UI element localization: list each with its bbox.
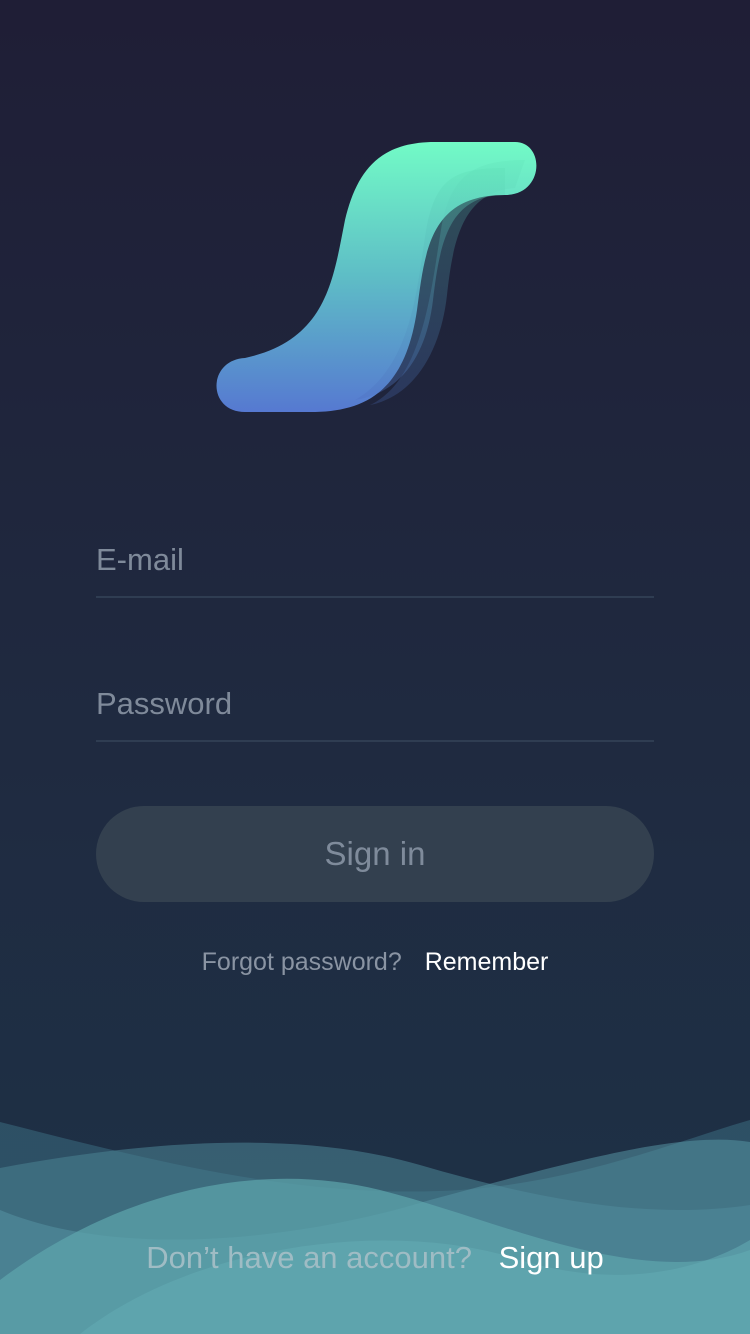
swoosh-s-logo-icon (216, 142, 537, 412)
email-input[interactable] (96, 542, 654, 578)
password-field[interactable] (96, 652, 654, 742)
forgot-password-text: Forgot password? (201, 948, 402, 976)
password-input[interactable] (96, 686, 654, 722)
forgot-password-row: Forgot password? Remember (0, 948, 750, 977)
login-screen: Sign in Forgot password? Remember Don’t … (0, 0, 750, 1334)
no-account-text: Don’t have an account? (146, 1240, 472, 1275)
remember-link[interactable]: Remember (425, 948, 549, 976)
decorative-waves (0, 1120, 750, 1334)
email-field[interactable] (96, 508, 654, 598)
signup-row: Don’t have an account? Sign up (0, 1240, 750, 1276)
sign-in-button[interactable]: Sign in (96, 806, 654, 902)
sign-up-link[interactable]: Sign up (499, 1240, 604, 1275)
